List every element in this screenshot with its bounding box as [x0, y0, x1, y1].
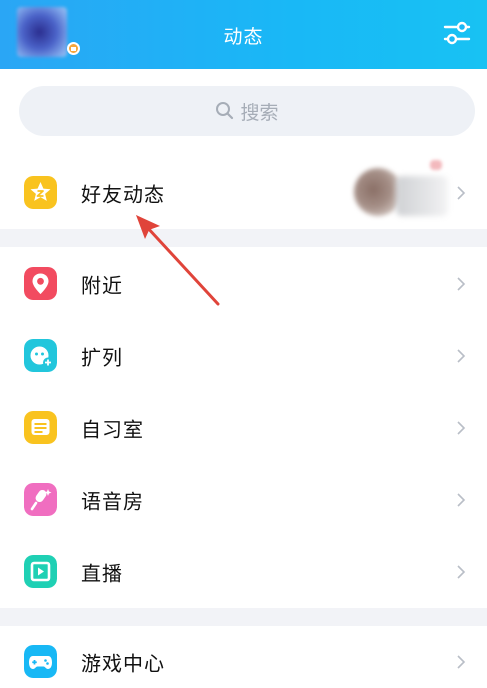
menu-item-game-center[interactable]: 游戏中心 [0, 626, 487, 688]
menu-item-label: 直播 [81, 561, 123, 586]
menu-item-label: 好友动态 [81, 182, 165, 207]
menu-item-live[interactable]: 直播 [0, 536, 487, 608]
menu-item-label: 附近 [81, 273, 123, 298]
chevron-right-icon [457, 186, 466, 200]
star-icon [24, 176, 57, 209]
menu-item-nearby[interactable]: 附近 [0, 248, 487, 320]
menu-item-study-room[interactable]: 自习室 [0, 392, 487, 464]
top-bar: 动态 [0, 0, 487, 69]
chevron-right-icon [457, 655, 466, 669]
menu-item-expand-friends[interactable]: 扩列 [0, 320, 487, 392]
search-bar[interactable]: 搜索 [19, 86, 475, 136]
chevron-right-icon [457, 493, 466, 507]
location-pin-icon [24, 267, 57, 300]
add-friend-face-icon [24, 339, 57, 372]
chevron-right-icon [457, 277, 466, 291]
menu-item-label: 自习室 [81, 417, 144, 442]
page-title: 动态 [223, 26, 264, 48]
menu-item-voice-room[interactable]: 语音房 [0, 464, 487, 536]
live-play-icon [24, 555, 57, 588]
search-placeholder: 搜索 [240, 101, 279, 124]
filter-settings-icon[interactable] [442, 20, 472, 46]
section-divider [0, 608, 487, 626]
chevron-right-icon [457, 565, 466, 579]
microphone-icon [24, 483, 57, 516]
menu-item-label: 语音房 [81, 489, 144, 514]
qq-dynamic-page: 动态 搜索 好友动态 附近 扩列 自习室 语音房 直播 游戏中心 [0, 0, 487, 688]
friend-feed-preview-thumbnail [346, 158, 450, 222]
section-divider [0, 229, 487, 247]
gamepad-icon [24, 645, 57, 678]
chevron-right-icon [457, 349, 466, 363]
menu-item-label: 扩列 [81, 345, 123, 370]
chevron-right-icon [457, 421, 466, 435]
search-icon [216, 102, 234, 120]
menu-item-label: 游戏中心 [81, 651, 165, 676]
study-room-icon [24, 411, 57, 444]
